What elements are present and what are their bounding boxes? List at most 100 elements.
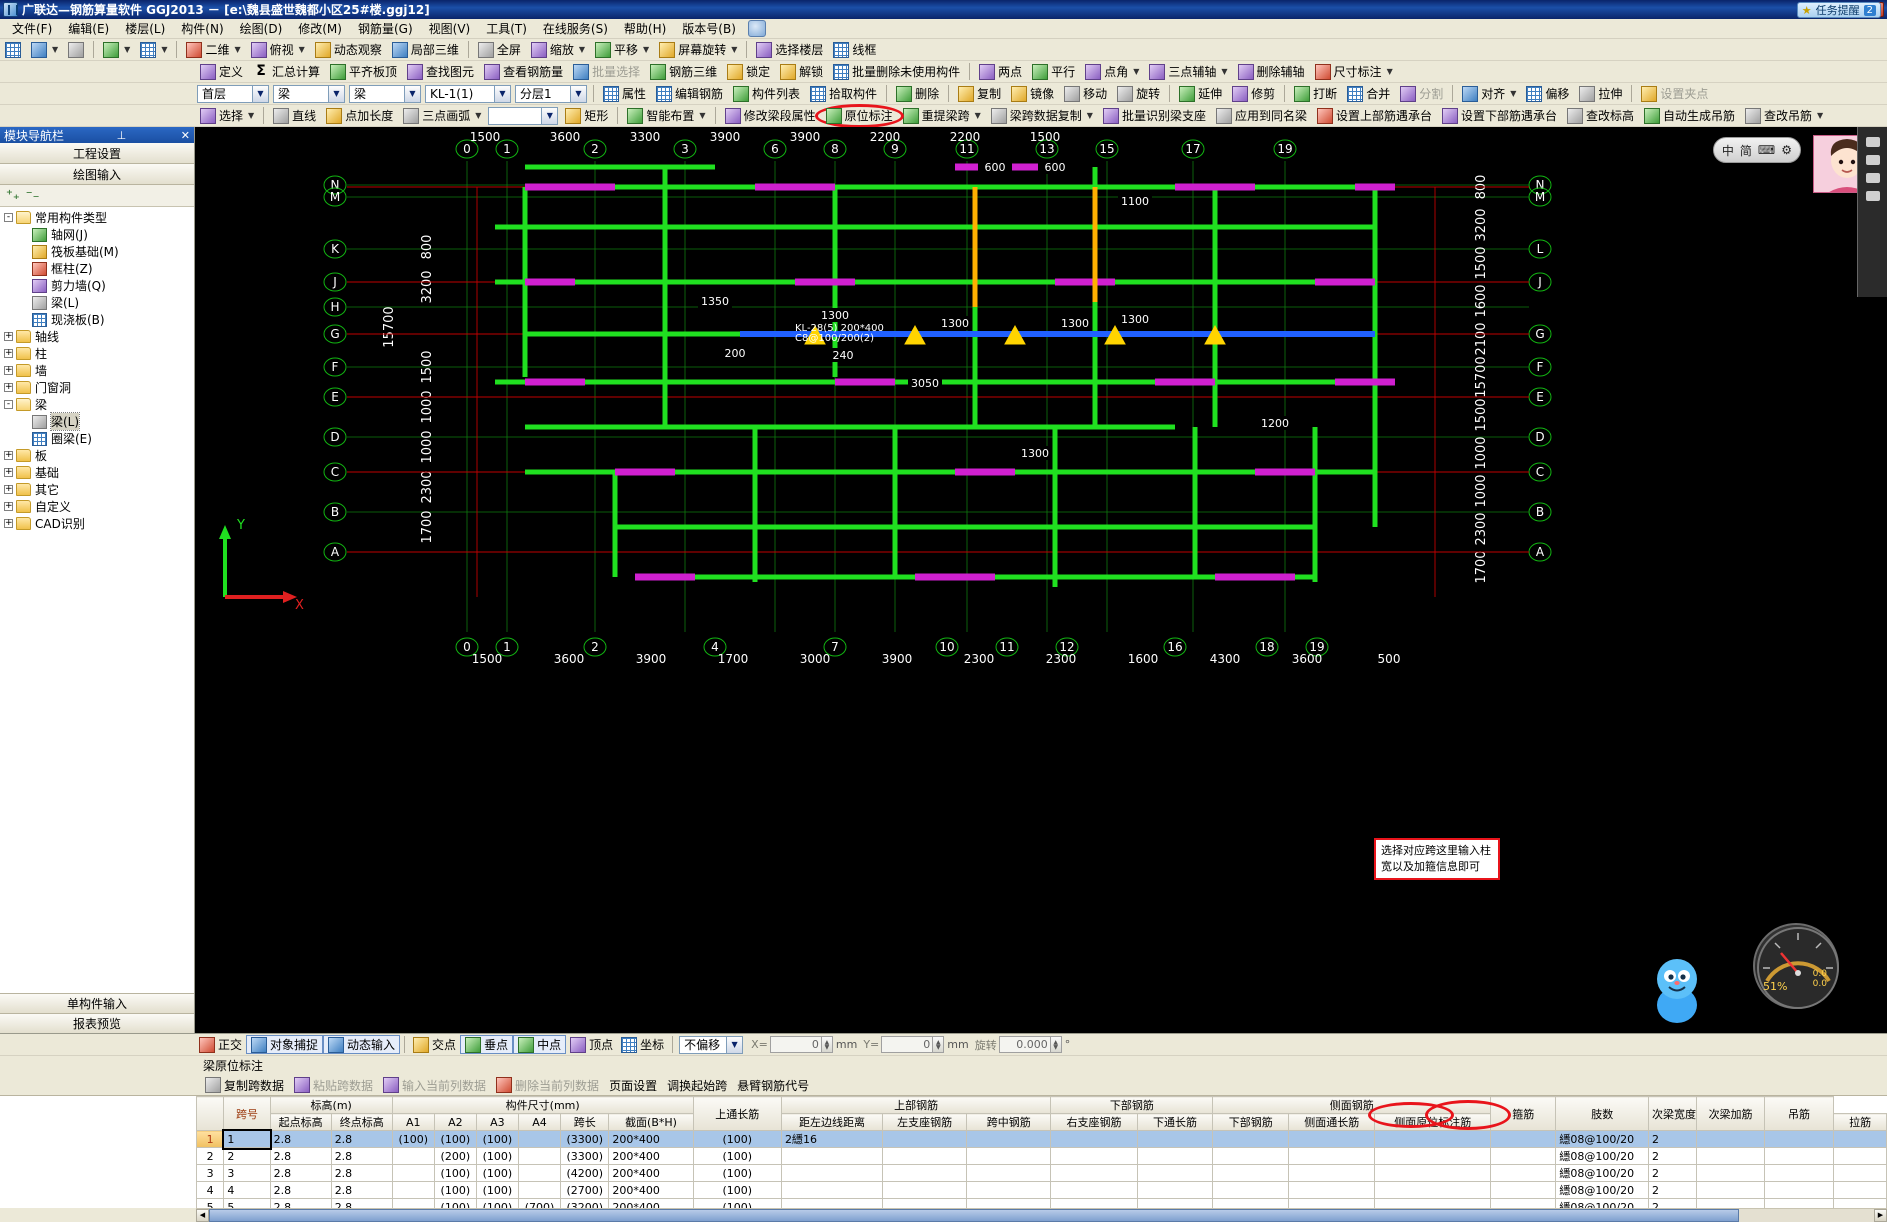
cell-zhi[interactable]: 2 xyxy=(1647,1181,1698,1199)
grid-subheader-A2[interactable]: A2 xyxy=(433,1113,477,1131)
cell-diao[interactable] xyxy=(1833,1181,1887,1199)
grid-subheader-A1[interactable]: A1 xyxy=(391,1113,435,1131)
cell-cl_w[interactable] xyxy=(1696,1164,1765,1182)
grid-header-侧面钢筋[interactable]: 侧面钢筋 xyxy=(1212,1096,1492,1114)
sidebar-item-基础[interactable]: + 基础 xyxy=(0,464,194,481)
cell-a4[interactable] xyxy=(517,1147,562,1165)
sidebar-item-自定义[interactable]: + 自定义 xyxy=(0,498,194,515)
平移-button[interactable]: 平移 ▼ xyxy=(590,40,654,60)
cell-qd[interactable]: 2.8 xyxy=(269,1164,332,1182)
cell-gu[interactable]: 䌥08@100/20 xyxy=(1555,1164,1649,1182)
grid-subheader-拉筋[interactable]: 拉筋 xyxy=(1833,1113,1887,1131)
chevron-down-icon[interactable]: ▼ xyxy=(731,45,737,54)
修改梁段属性-button[interactable]: 修改梁段属性 xyxy=(720,106,821,126)
chevron-down-icon[interactable]: ▼ xyxy=(252,85,268,102)
删除辅轴-button[interactable]: 删除辅轴 xyxy=(1233,62,1310,82)
chevron-down-icon[interactable]: ▼ xyxy=(404,85,420,102)
cell-a3[interactable]: (100) xyxy=(475,1198,519,1208)
grid-header-下部钢筋[interactable]: 下部钢筋 xyxy=(1050,1096,1214,1114)
cell-gu[interactable]: 䌥08@100/20 xyxy=(1555,1181,1649,1199)
chevron-down-icon[interactable]: ▼ xyxy=(1087,111,1093,120)
旋转-button[interactable]: 旋转 xyxy=(1112,84,1165,104)
menu-item-1[interactable]: 编辑(E) xyxy=(60,18,117,39)
chevron-down-icon[interactable]: ▼ xyxy=(161,45,167,54)
table-row[interactable]: 5 5 2.8 2.8 (100) (100) (700) (3200) 200*400 (100… xyxy=(195,1198,1887,1208)
cell-zhong[interactable] xyxy=(966,1181,1052,1199)
cell-you[interactable] xyxy=(1050,1198,1138,1208)
三点辅轴-button[interactable]: 三点辅轴 ▼ xyxy=(1144,62,1232,82)
俯视-button[interactable]: 俯视 ▼ xyxy=(246,40,310,60)
cell-sect[interactable]: 200*400 xyxy=(608,1181,694,1199)
cell-cl_r[interactable] xyxy=(1763,1198,1835,1208)
三点画弧-button[interactable]: 三点画弧 ▼ xyxy=(398,106,486,126)
object-snap-toggle[interactable]: 对象捕捉 xyxy=(246,1035,324,1054)
cell-dist[interactable]: (100) xyxy=(692,1130,783,1148)
cell-a3[interactable]: (100) xyxy=(475,1164,519,1182)
sidebar-item-梁[interactable]: -梁 xyxy=(0,396,194,413)
打断-button[interactable]: 打断 xyxy=(1289,84,1342,104)
floor-select[interactable]: 首层 ▼ xyxy=(197,84,269,103)
table-row[interactable]: 2 2 2.8 2.8 (200) (100) (3300) 200*400 (100) 䌥08@… xyxy=(195,1147,1887,1165)
合并-button[interactable]: 合并 xyxy=(1342,84,1395,104)
cell-kua[interactable]: 3 xyxy=(223,1164,271,1182)
解锁-button[interactable]: 解锁 xyxy=(775,62,828,82)
grid-subheader-截面(B*H)[interactable]: 截面(B*H) xyxy=(608,1113,694,1131)
平行-button[interactable]: 平行 xyxy=(1027,62,1080,82)
grid-subheader-终点标高[interactable]: 终点标高 xyxy=(330,1113,393,1131)
drawing-input-button[interactable]: 绘图输入 xyxy=(0,164,194,185)
sidebar-item-板[interactable]: + 板 xyxy=(0,447,194,464)
cell-xia_tong[interactable] xyxy=(1136,1164,1214,1182)
chevron-down-icon[interactable]: ▼ xyxy=(475,111,481,120)
grid-subheader-下通长筋[interactable]: 下通长筋 xyxy=(1136,1113,1214,1131)
grid-subheader-侧面通长筋[interactable]: 侧面通长筋 xyxy=(1288,1113,1376,1131)
缩放-button[interactable]: 缩放 ▼ xyxy=(526,40,590,60)
cell-gu[interactable]: 䌥08@100/20 xyxy=(1555,1147,1649,1165)
设置上部筋遇承台-button[interactable]: 设置上部筋遇承台 xyxy=(1312,106,1437,126)
cell-ce_yuan[interactable] xyxy=(1374,1147,1492,1165)
chevron-down-icon[interactable]: ▼ xyxy=(726,1036,743,1053)
cell-shang_tong[interactable] xyxy=(780,1181,884,1199)
延伸-button[interactable]: 延伸 xyxy=(1174,84,1227,104)
批量删除未使用构件-button[interactable]: 批量删除未使用构件 xyxy=(828,62,965,82)
cell-qd[interactable]: 2.8 xyxy=(269,1198,332,1208)
status-field-input[interactable]: 0.000 xyxy=(998,1036,1051,1053)
cell-zhi[interactable]: 2 xyxy=(1647,1147,1698,1165)
cell-ce_yuan[interactable] xyxy=(1374,1164,1492,1182)
cell-a4[interactable] xyxy=(517,1164,562,1182)
cell-a4[interactable] xyxy=(517,1130,562,1148)
scroll-track[interactable] xyxy=(209,1208,1874,1222)
chevron-down-icon[interactable]: ▼ xyxy=(1221,67,1227,76)
midpoint-toggle[interactable]: 中点 xyxy=(513,1035,567,1054)
cell-cl_w[interactable] xyxy=(1696,1147,1765,1165)
镜像-button[interactable]: 镜像 xyxy=(1006,84,1059,104)
查看钢筋量-button[interactable]: 查看钢筋量 xyxy=(479,62,568,82)
cell-zuo[interactable] xyxy=(882,1181,968,1199)
chevron-down-icon[interactable]: ▼ xyxy=(299,45,305,54)
expand-node-icon[interactable]: + xyxy=(4,349,13,358)
menu-item-3[interactable]: 构件(N) xyxy=(173,18,231,39)
批量识别梁支座-button[interactable]: 批量识别梁支座 xyxy=(1098,106,1211,126)
chevron-down-icon[interactable]: ▼ xyxy=(699,111,705,120)
自动生成吊筋-button[interactable]: 自动生成吊筋 xyxy=(1639,106,1740,126)
cell-kua[interactable]: 1 xyxy=(221,1128,273,1150)
cell-cl_r[interactable] xyxy=(1763,1130,1835,1148)
cell-qd[interactable]: 2.8 xyxy=(269,1147,332,1165)
cell-xia_tong[interactable] xyxy=(1136,1198,1214,1208)
chevron-down-icon[interactable]: ▼ xyxy=(643,45,649,54)
cell-a1[interactable]: (100) xyxy=(391,1130,435,1148)
cell-zuo[interactable] xyxy=(882,1147,968,1165)
menu-item-8[interactable]: 工具(T) xyxy=(478,18,535,39)
cell-la[interactable] xyxy=(1490,1147,1557,1165)
grid-subheader-下部钢筋[interactable]: 下部钢筋 xyxy=(1212,1113,1290,1131)
cell-a2[interactable]: (200) xyxy=(433,1147,477,1165)
cell-a3[interactable]: (100) xyxy=(475,1181,519,1199)
ime-status-bar[interactable]: 中 简 ⌨ ⚙ xyxy=(1712,137,1801,163)
sidebar-item-梁L[interactable]: 梁(L) xyxy=(0,294,194,311)
应用到同名梁-button[interactable]: 应用到同名梁 xyxy=(1211,106,1312,126)
cell-zd[interactable]: 2.8 xyxy=(330,1147,393,1165)
expand-node-icon[interactable]: + xyxy=(4,485,13,494)
cad-drawing-canvas[interactable]: 0 1 2 3 6 8 9 11 13 15 17 19 0 1 2 4 7 10 11 12 16 18 19 N M K J H G… xyxy=(195,127,1887,1033)
cell-shang_tong[interactable] xyxy=(780,1147,884,1165)
sidebar-item-剪力墙Q[interactable]: 剪力墙(Q) xyxy=(0,277,194,294)
sidebar-item-墙[interactable]: + 墙 xyxy=(0,362,194,379)
